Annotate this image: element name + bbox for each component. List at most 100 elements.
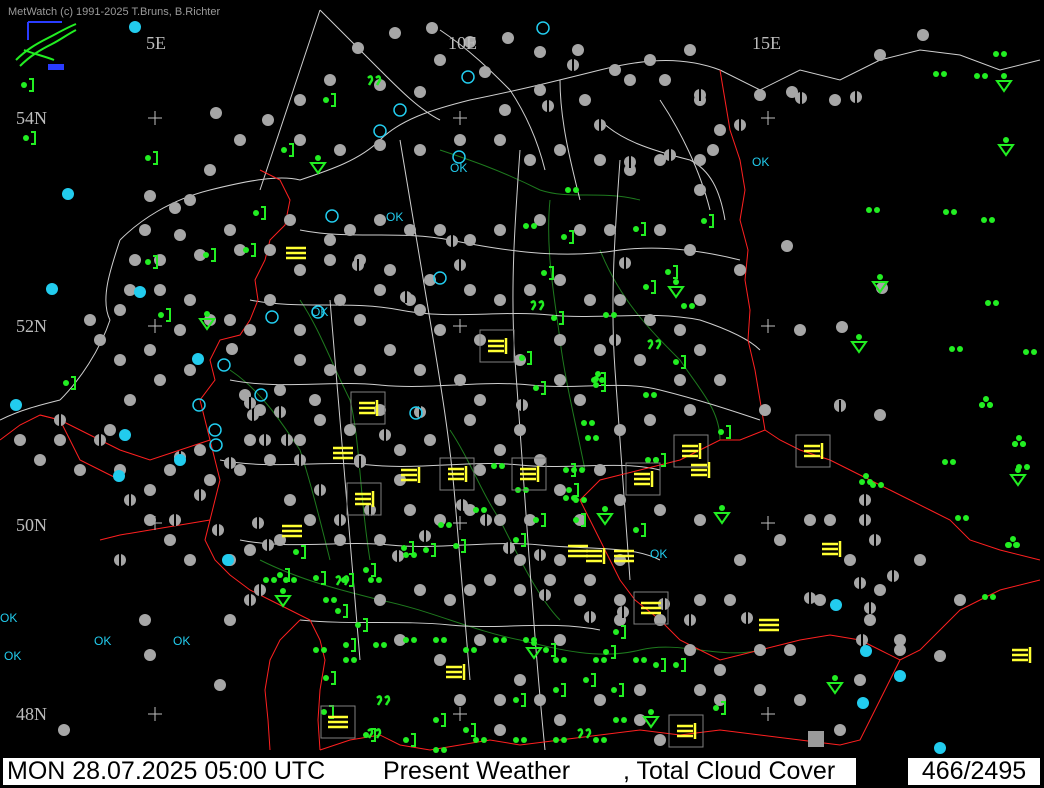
cloud-cover-symbol[interactable]	[514, 554, 526, 566]
cloud-cover-symbol[interactable]	[62, 188, 74, 200]
cloud-cover-symbol[interactable]	[262, 114, 274, 126]
cloud-cover-symbol[interactable]	[204, 474, 216, 486]
cloud-cover-symbol[interactable]	[217, 358, 231, 372]
cloud-cover-symbol[interactable]	[534, 46, 546, 58]
cloud-cover-symbol[interactable]	[844, 554, 856, 566]
cloud-cover-symbol[interactable]	[534, 549, 546, 561]
rain-symbol[interactable]	[633, 657, 647, 663]
drizzle-symbol[interactable]	[376, 695, 391, 706]
cloud-cover-symbol[interactable]	[394, 444, 406, 456]
cloud-cover-symbol[interactable]	[224, 614, 236, 626]
cloud-cover-symbol[interactable]	[244, 544, 256, 556]
recent-rain-symbol[interactable]	[553, 683, 566, 697]
cloud-cover-symbol[interactable]	[58, 724, 70, 736]
cloud-cover-symbol[interactable]	[479, 66, 491, 78]
cloud-cover-symbol[interactable]	[204, 164, 216, 176]
snow-shower-symbol[interactable]	[859, 473, 873, 485]
cloud-cover-symbol[interactable]	[114, 304, 126, 316]
cloud-cover-symbol[interactable]	[494, 224, 506, 236]
cloud-cover-symbol[interactable]	[514, 584, 526, 596]
cloud-cover-symbol[interactable]	[404, 224, 416, 236]
cloud-cover-symbol[interactable]	[554, 554, 566, 566]
cloud-cover-symbol[interactable]	[536, 21, 550, 35]
cloud-cover-symbol[interactable]	[534, 84, 546, 96]
cloud-cover-symbol[interactable]	[334, 294, 346, 306]
cloud-cover-symbol[interactable]	[294, 134, 306, 146]
shower-symbol[interactable]	[997, 137, 1015, 157]
rain-symbol[interactable]	[982, 594, 996, 600]
cloud-cover-symbol[interactable]	[854, 577, 866, 589]
cloud-cover-symbol[interactable]	[554, 484, 566, 496]
cloud-cover-symbol[interactable]	[414, 364, 426, 376]
fog-symbol[interactable]	[401, 467, 421, 483]
cloud-cover-symbol[interactable]	[824, 514, 836, 526]
cloud-cover-symbol[interactable]	[414, 86, 426, 98]
cloud-cover-symbol[interactable]	[574, 224, 586, 236]
cloud-cover-symbol[interactable]	[554, 714, 566, 726]
cloud-cover-symbol[interactable]	[114, 554, 126, 566]
cloud-cover-symbol[interactable]	[781, 240, 793, 252]
snow-shower-symbol[interactable]	[1006, 536, 1020, 548]
cloud-cover-symbol[interactable]	[859, 514, 871, 526]
cloud-cover-symbol[interactable]	[454, 374, 466, 386]
cloud-cover-symbol[interactable]	[294, 324, 306, 336]
cloud-cover-symbol[interactable]	[644, 314, 656, 326]
cloud-cover-symbol[interactable]	[614, 424, 626, 436]
cloud-cover-symbol[interactable]	[494, 724, 506, 736]
cloud-cover-symbol[interactable]	[352, 259, 364, 271]
rain-symbol[interactable]	[373, 642, 387, 648]
cloud-cover-symbol[interactable]	[374, 284, 386, 296]
cloud-cover-symbol[interactable]	[433, 271, 447, 285]
cloud-cover-symbol[interactable]	[554, 144, 566, 156]
fog-symbol[interactable]	[479, 329, 515, 363]
cloud-cover-symbol[interactable]	[654, 224, 666, 236]
cloud-cover-symbol[interactable]	[609, 334, 621, 346]
cloud-cover-symbol[interactable]	[264, 454, 276, 466]
cloud-cover-symbol[interactable]	[456, 499, 468, 511]
cloud-cover-symbol[interactable]	[144, 344, 156, 356]
cloud-cover-symbol[interactable]	[684, 44, 696, 56]
cloud-cover-symbol[interactable]	[210, 107, 222, 119]
cloud-cover-symbol[interactable]	[208, 423, 222, 437]
cloud-cover-symbol[interactable]	[224, 314, 236, 326]
snow-shower-symbol[interactable]	[979, 396, 993, 408]
cloud-cover-symbol[interactable]	[262, 539, 274, 551]
cloud-cover-symbol[interactable]	[850, 91, 862, 103]
rain-symbol[interactable]	[553, 657, 567, 663]
rain-symbol[interactable]	[974, 73, 988, 79]
cloud-cover-symbol[interactable]	[129, 254, 141, 266]
cloud-cover-symbol[interactable]	[574, 394, 586, 406]
rain-symbol[interactable]	[1016, 464, 1030, 470]
cloud-cover-symbol[interactable]	[864, 602, 876, 614]
cloud-cover-symbol[interactable]	[10, 399, 22, 411]
cloud-cover-symbol[interactable]	[567, 59, 579, 71]
rain-symbol[interactable]	[513, 737, 527, 743]
cloud-cover-symbol[interactable]	[814, 594, 826, 606]
cloud-cover-symbol[interactable]	[694, 184, 706, 196]
cloud-cover-symbol[interactable]	[795, 92, 807, 104]
rain-symbol[interactable]	[463, 647, 477, 653]
rain-symbol[interactable]	[643, 392, 657, 398]
cloud-cover-symbol[interactable]	[914, 554, 926, 566]
cloud-cover-symbol[interactable]	[594, 344, 606, 356]
cloud-cover-symbol[interactable]	[934, 650, 946, 662]
cloud-cover-symbol[interactable]	[252, 517, 264, 529]
cloud-cover-symbol[interactable]	[325, 209, 339, 223]
cloud-cover-symbol[interactable]	[464, 584, 476, 596]
cloud-cover-symbol[interactable]	[694, 684, 706, 696]
cloud-cover-symbol[interactable]	[542, 100, 554, 112]
cloud-cover-symbol[interactable]	[829, 94, 841, 106]
cloud-cover-symbol[interactable]	[604, 224, 616, 236]
cloud-cover-symbol[interactable]	[759, 404, 771, 416]
cloud-cover-symbol[interactable]	[874, 409, 886, 421]
cloud-cover-symbol[interactable]	[614, 294, 626, 306]
cloud-cover-symbol[interactable]	[84, 314, 96, 326]
cloud-cover-symbol[interactable]	[113, 470, 125, 482]
cloud-cover-symbol[interactable]	[54, 434, 66, 446]
recent-rain-symbol[interactable]	[243, 243, 256, 257]
rain-symbol[interactable]	[263, 577, 277, 583]
shower-symbol[interactable]	[596, 506, 614, 526]
cloud-cover-symbol[interactable]	[379, 429, 391, 441]
cloud-cover-symbol[interactable]	[714, 664, 726, 676]
cloud-cover-symbol[interactable]	[384, 344, 396, 356]
